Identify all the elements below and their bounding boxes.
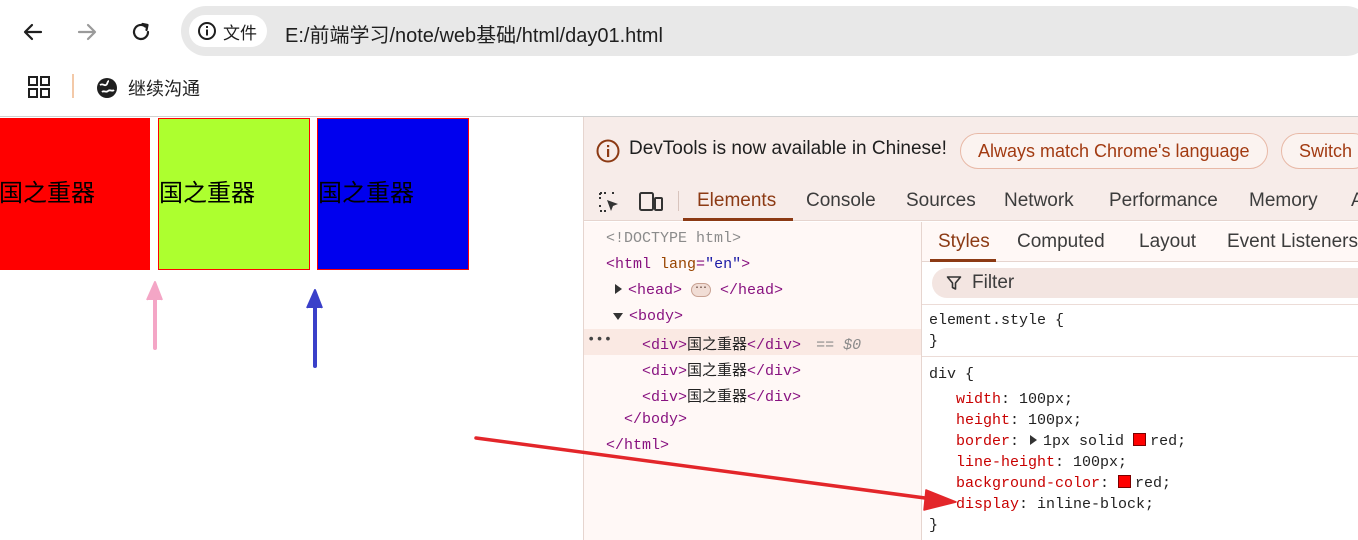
red-box: 国之重器 [0,118,150,270]
expand-shorthand-icon[interactable] [1030,435,1038,445]
html-lang-attr: lang [660,256,697,273]
forward-button[interactable] [69,14,105,50]
arrow-right-icon [77,23,97,41]
div-rule-selector[interactable]: div { [929,366,974,383]
filter-placeholder: Filter [972,272,1015,293]
tab-network[interactable]: Network [1004,190,1074,212]
url-text[interactable]: E:/前端学习/note/web基础/html/day01.html [285,19,663,48]
green-box: 国之重器 [158,118,310,270]
div-node[interactable]: <div>国之重器</div> [642,385,801,406]
reload-button[interactable] [123,14,159,50]
site-info-label: 文件 [223,23,257,43]
doctype-node[interactable]: <!DOCTYPE html> [606,230,741,247]
devtools-panel: DevTools is now available in Chinese! Al… [583,117,1358,540]
body-close-tag[interactable]: </body> [624,411,687,428]
color-swatch[interactable] [1118,475,1132,488]
div-rule-close: } [929,517,939,534]
devtools-tabbar: Elements Console Sources Network Perform… [584,181,1358,221]
rule-divider [922,356,1358,357]
html-close-tag[interactable]: </html> [606,437,669,454]
subtab-event-listeners[interactable]: Event Listeners [1227,231,1358,253]
browser-toolbar: 文件 E:/前端学习/note/web基础/html/day01.html [0,0,1358,62]
decl-height[interactable]: height: 100px; [956,412,1082,429]
styles-pane: Styles Computed Layout Event Listeners F… [921,222,1358,540]
infobar-message: DevTools is now available in Chinese! [629,138,947,159]
styles-subtabs: Styles Computed Layout Event Listeners [922,222,1358,262]
arrow-left-icon [23,23,43,41]
active-tab-indicator [683,218,793,221]
html-lang-value: "en" [705,256,742,273]
page-viewport: 国之重器 国之重器 国之重器 [0,117,583,540]
html-open-tag: <html [606,256,652,273]
head-close-tag: </head> [720,282,784,299]
device-toolbar-icon[interactable] [638,190,664,214]
decl-display[interactable]: display: inline-block; [956,496,1154,513]
inspect-element-icon[interactable] [597,190,621,214]
collapse-triangle-icon[interactable] [613,312,623,320]
bookmarks-divider [72,74,74,98]
tab-console[interactable]: Console [806,190,876,212]
tab-sources[interactable]: Sources [906,190,976,212]
subtab-layout[interactable]: Layout [1139,231,1196,253]
decl-border[interactable]: border: 1px solid red; [956,433,1186,450]
language-infobar: DevTools is now available in Chinese! Al… [584,117,1358,181]
address-bar[interactable]: 文件 E:/前端学习/note/web基础/html/day01.html [181,6,1358,56]
expand-triangle-icon[interactable] [615,284,622,294]
decl-line-height[interactable]: line-height: 100px; [956,454,1127,471]
body-node[interactable]: <body> [613,308,683,325]
filter-icon [946,276,962,290]
back-button[interactable] [15,14,51,50]
switch-language-button[interactable]: Switch [1281,133,1358,169]
elements-tree: ••• <!DOCTYPE html> <html lang="en"> <he… [584,222,921,540]
decl-width[interactable]: width: 100px; [956,391,1073,408]
div-node-selected[interactable]: <div>国之重器</div> == $0 [642,333,861,354]
rule-divider [922,304,1358,305]
tabbar-separator [678,191,679,211]
head-open-tag: <head> [628,282,683,299]
body-open-tag: <body> [629,308,684,325]
always-match-language-button[interactable]: Always match Chrome's language [960,133,1268,169]
bookmark-label: 继续沟通 [128,79,200,99]
info-circle-icon [198,22,216,40]
div-node[interactable]: <div>国之重器</div> [642,359,801,380]
active-subtab-indicator [930,259,996,262]
selected-marker: == $0 [816,337,862,354]
tab-overflow[interactable]: A [1351,190,1358,212]
reload-icon [132,22,150,41]
apps-grid-icon[interactable] [28,76,50,98]
subtab-computed[interactable]: Computed [1017,231,1105,253]
globe-icon [97,78,117,98]
html-node[interactable]: <html lang="en"> [606,256,750,273]
site-info-chip[interactable]: 文件 [189,15,267,47]
bookmarks-bar [0,62,1358,114]
color-swatch[interactable] [1133,433,1147,446]
styles-filter-input[interactable]: Filter [932,268,1358,298]
decl-background-color[interactable]: background-color: red; [956,475,1171,492]
blue-box: 国之重器 [317,118,469,270]
collapsed-children-icon[interactable]: ⋯ [691,282,712,298]
info-icon [596,139,620,163]
bookmark-item[interactable]: 继续沟通 [96,75,200,101]
subtab-styles[interactable]: Styles [938,231,990,253]
node-actions-dots[interactable]: ••• [587,332,612,348]
element-style-selector[interactable]: element.style { [929,312,1064,329]
tab-elements[interactable]: Elements [697,190,776,212]
tab-memory[interactable]: Memory [1249,190,1318,212]
head-node[interactable]: <head> ⋯ </head> [615,282,783,299]
tab-performance[interactable]: Performance [1109,190,1218,212]
element-style-close: } [929,333,939,350]
